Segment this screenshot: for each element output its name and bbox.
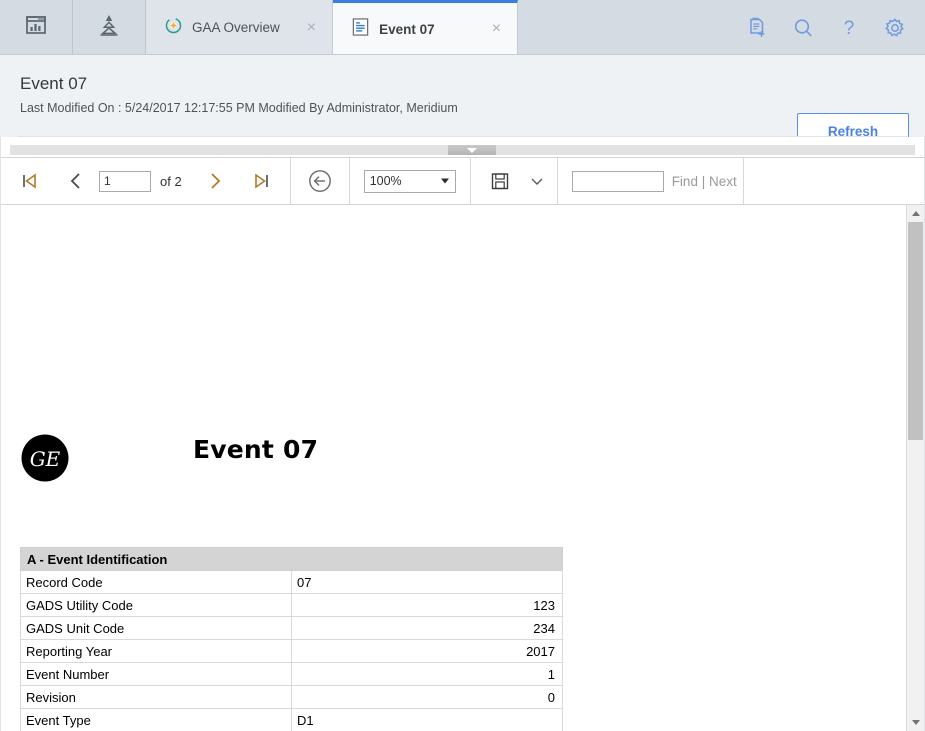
row-label: Revision (20, 685, 292, 709)
report-pager-group: of 2 (1, 158, 290, 204)
back-to-parent-report-button[interactable] (297, 158, 343, 204)
asset-hierarchy-button[interactable] (73, 0, 146, 55)
row-value: 1 (291, 662, 563, 686)
export-save-button[interactable] (477, 158, 523, 204)
page-count-label: of 2 (160, 173, 182, 189)
row-label: GADS Utility Code (20, 593, 292, 617)
page-title: Event 07 (20, 74, 88, 93)
row-label: Record Code (20, 570, 292, 594)
previous-page-button[interactable] (53, 158, 99, 204)
table-row: GADS Unit Code 234 (20, 616, 563, 640)
toolbar-separator (742, 158, 744, 204)
find-next-button[interactable]: Next (709, 174, 737, 189)
row-value: 07 (291, 570, 563, 594)
application-window: GAA Overview × Event 07 × ? Event 07 Las… (0, 0, 925, 731)
settings-gear-icon[interactable] (883, 16, 907, 40)
report-export-group (471, 158, 557, 204)
gaa-overview-icon (164, 16, 183, 40)
report-find-group: Find | Next (558, 158, 743, 204)
ge-logo: GE (20, 433, 70, 483)
first-page-icon (23, 173, 36, 189)
arrow-down-icon (911, 720, 920, 725)
table-row: Revision 0 (20, 685, 563, 709)
last-page-button[interactable] (238, 158, 284, 204)
table-row: GADS Utility Code 123 (20, 593, 563, 617)
svg-text:?: ? (844, 18, 855, 39)
table-row: Event Number 1 (20, 662, 563, 686)
row-label: Reporting Year (20, 639, 292, 663)
record-document-icon (351, 17, 370, 42)
row-label: GADS Unit Code (20, 616, 292, 640)
arrow-up-icon (911, 211, 920, 216)
section-header-row: A - Event Identification (20, 547, 563, 571)
report-viewer: of 2 (0, 157, 925, 731)
row-value: 0 (291, 685, 563, 709)
row-value: D1 (291, 708, 563, 731)
search-icon[interactable] (791, 16, 815, 40)
chevron-down-icon (531, 178, 543, 185)
row-value: 234 (291, 616, 563, 640)
report-body: GE Event 07 A - Event Identification Rec… (1, 205, 924, 731)
export-dropdown-button[interactable] (523, 158, 551, 204)
dashboard-icon-button[interactable] (0, 0, 73, 55)
ge-logo-text: GE (30, 447, 61, 471)
panel-splitter (0, 137, 925, 157)
find-separator: | (701, 173, 706, 189)
tab-event-07-label: Event 07 (379, 21, 435, 37)
report-canvas: GE Event 07 A - Event Identification Rec… (1, 205, 906, 731)
report-vertical-scrollbar[interactable] (906, 205, 924, 731)
close-icon[interactable]: × (474, 21, 501, 37)
zoom-select[interactable]: 100% (363, 169, 456, 193)
find-input[interactable] (571, 170, 664, 192)
first-page-button[interactable] (7, 158, 53, 204)
page-number-input[interactable] (99, 170, 151, 192)
last-page-icon (254, 173, 268, 189)
next-page-button[interactable] (192, 158, 238, 204)
zoom-select-wrapper: 100% (363, 169, 456, 193)
save-floppy-icon (491, 173, 508, 190)
back-arrow-circle-icon (308, 170, 331, 192)
chevron-left-icon (70, 173, 80, 189)
scroll-up-button[interactable] (907, 205, 924, 222)
help-icon[interactable]: ? (837, 16, 861, 40)
row-value: 123 (291, 593, 563, 617)
row-label: Event Number (20, 662, 292, 686)
find-next-links: Find | Next (672, 174, 737, 189)
page-subtitle-last-modified: Last Modified On : 5/24/2017 12:17:55 PM… (20, 101, 458, 115)
find-button[interactable]: Find (672, 174, 698, 189)
section-a-heading: A - Event Identification (20, 547, 563, 571)
table-row: Event Type D1 (20, 708, 563, 731)
topbar-actions: ? (735, 0, 925, 55)
top-navigation-bar: GAA Overview × Event 07 × ? (0, 0, 925, 55)
dashboard-icon (24, 13, 48, 42)
report-zoom-group: 100% (350, 158, 470, 204)
table-row: Record Code 07 (20, 570, 563, 594)
new-record-icon[interactable] (745, 16, 769, 40)
tab-gaa-overview[interactable]: GAA Overview × (146, 0, 334, 55)
event-details-table: A - Event Identification Record Code 07 … (20, 547, 563, 731)
row-value: 2017 (291, 639, 563, 663)
tab-event-07[interactable]: Event 07 × (333, 0, 519, 55)
page-header: Event 07 Last Modified On : 5/24/2017 12… (0, 55, 925, 149)
event-details-body: A - Event Identification Record Code 07 … (20, 547, 563, 731)
report-back-group (291, 158, 349, 204)
chevron-right-icon (211, 173, 220, 189)
tab-strip: GAA Overview × Event 07 × (146, 0, 519, 55)
scroll-down-button[interactable] (907, 714, 924, 731)
report-toolbar: of 2 (1, 157, 924, 205)
table-row: Reporting Year 2017 (20, 639, 563, 663)
chevron-down-icon (467, 147, 477, 153)
row-label: Event Type (20, 708, 292, 731)
tab-gaa-overview-label: GAA Overview (192, 20, 280, 35)
close-icon[interactable]: × (289, 19, 316, 36)
splitter-collapse-handle[interactable] (448, 145, 496, 155)
scrollbar-thumb[interactable] (908, 222, 923, 440)
hierarchy-pyramid-icon (96, 13, 122, 42)
report-title: Event 07 (193, 435, 319, 464)
